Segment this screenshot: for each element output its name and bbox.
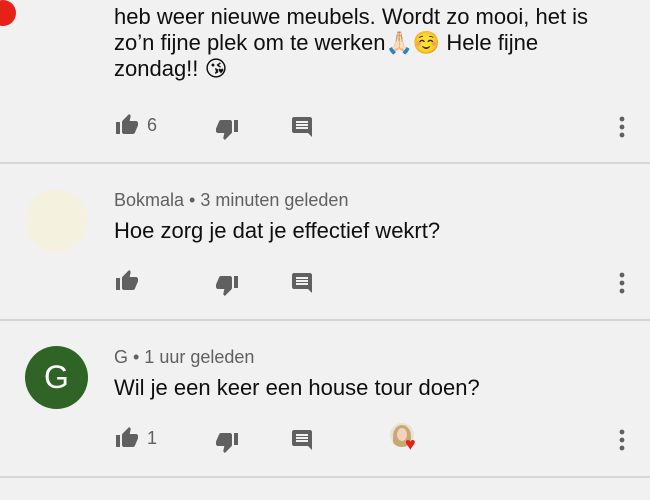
comment-actions: 6 [0,111,650,141]
comment-text-line: heb weer nieuwe meubels. Wordt zo mooi, … [114,4,589,29]
thumbs-down-icon [216,276,238,296]
thumbs-down-icon [216,433,238,453]
like-button[interactable] [114,426,140,450]
comment-text: Wil je een keer een house tour doen? [114,375,480,400]
more-options-button[interactable] [618,115,626,139]
dislike-button[interactable] [214,430,240,454]
more-options-button[interactable] [618,271,626,295]
comment-text-line: zondag!! 😘 [114,56,228,81]
dislike-button[interactable] [214,117,240,141]
reply-button[interactable] [290,271,314,295]
creator-heart-badge: ♥ [390,423,422,455]
comment-text: Hoe zorg je dat je effectief wekrt? [114,218,441,243]
comment-item: Bokmala • 3 minuten geleden Hoe zorg je … [0,164,650,321]
comment-author-time: G • 1 uur geleden [114,347,255,367]
comment-actions: 1 ♥ [0,423,650,455]
comment-author-time: Bokmala • 3 minuten geleden [114,190,349,210]
more-vert-icon [619,272,625,294]
reply-icon [292,273,312,293]
like-count: 1 [147,428,158,448]
reply-icon [292,430,312,450]
comment-text-line: zo’n fijne plek om te werken🙏🏻☺️ Hele fi… [114,30,539,55]
reply-button[interactable] [290,428,314,452]
heart-icon: ♥ [405,434,416,454]
avatar[interactable] [25,189,88,252]
thumbs-up-icon [116,114,138,134]
like-button[interactable] [114,113,140,137]
avatar[interactable]: G [25,346,88,409]
more-options-button[interactable] [618,428,626,452]
more-vert-icon [619,116,625,138]
comment-item: heb weer nieuwe meubels. Wordt zo mooi, … [0,0,650,164]
thumbs-up-icon [116,270,138,290]
notification-dot [0,0,16,26]
thumbs-down-icon [216,120,238,140]
comment-item: G G • 1 uur geleden Wil je een keer een … [0,321,650,478]
comment-actions [0,267,650,297]
reply-icon [292,117,312,137]
like-count: 6 [147,115,158,135]
like-button[interactable] [114,269,140,293]
reply-button[interactable] [290,115,314,139]
more-vert-icon [619,429,625,451]
comment-text: heb weer nieuwe meubels. Wordt zo mooi, … [114,4,614,82]
thumbs-up-icon [116,427,138,447]
dislike-button[interactable] [214,273,240,297]
